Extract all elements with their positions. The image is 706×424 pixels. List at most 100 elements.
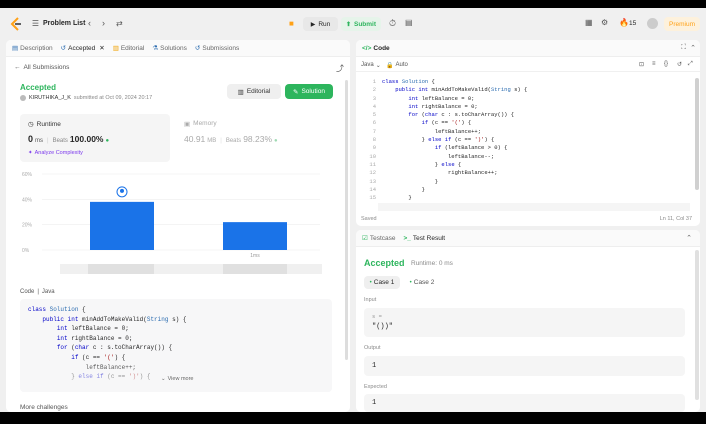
premium-button[interactable]: Premium (664, 17, 700, 31)
memory-card[interactable]: ▣ Memory 40.91 MB | Beats 98.23% ● (178, 114, 328, 162)
editorial-icon: ▥ (112, 45, 119, 52)
chart-y-tick: 20% (22, 223, 33, 229)
editor-code-line: if (c == '(') { (421, 119, 472, 127)
description-icon: ▤ (12, 45, 19, 52)
editor-code-line: } (382, 177, 439, 185)
collapse-icon[interactable]: ⌃ (686, 234, 692, 242)
active-line-highlight (378, 203, 690, 211)
next-problem-icon[interactable]: › (102, 18, 105, 28)
debug-icon[interactable]: ■ (289, 19, 294, 28)
logo-icon[interactable] (10, 17, 22, 31)
tab-solutions[interactable]: ⚗ Solutions (152, 44, 187, 53)
memory-title-row: ▣ Memory (184, 120, 217, 128)
result-scrollbar[interactable] (695, 250, 699, 400)
runtime-chart: 60% 40% 20% 0% 1ms (20, 166, 330, 274)
test-tab-bar: ☑ Testcase >_ Test Result ⌃ (356, 230, 700, 247)
case-2-tab[interactable]: • Case 2 (404, 276, 440, 289)
saved-status: Saved (361, 216, 377, 222)
runtime-value-row: 0 ms | Beats 100.00% ● (28, 134, 110, 144)
runtime-value: 0 (28, 134, 34, 144)
editor-code-line: int leftBalance = 0; (408, 94, 475, 102)
editor-code-line: for (char c : s.toCharArray()) { (408, 111, 515, 119)
chevron-down-icon: ⌄ (161, 376, 166, 382)
upload-icon: ⬆ (345, 21, 351, 28)
input-var: s = (372, 313, 382, 320)
view-more-button[interactable]: ⌄ View more (161, 376, 194, 382)
code-icon: </> (362, 44, 372, 52)
tab-editorial[interactable]: ▥ Editorial (112, 44, 145, 53)
chevron-down-icon: ⌄ (375, 63, 381, 69)
streak-fire-icon[interactable]: 🔥 (619, 18, 629, 27)
output-value: 1 (372, 362, 377, 370)
tab-code[interactable]: </> Code (362, 45, 390, 52)
line-numbers: 1 2 3 4 5 6 7 8 9 10 11 12 13 14 15 (369, 78, 376, 202)
editorial-button[interactable]: ▥ Editorial (227, 84, 281, 99)
user-avatar-marker-head (120, 188, 124, 193)
submitted-code-block[interactable]: class Solution { public int minAddToMake… (20, 299, 332, 392)
dot-icon: • (369, 279, 372, 286)
bookmark-icon[interactable]: ⊡ (639, 61, 644, 68)
submitter-row: KIRUTHIKA_J_K submitted at Oct 09, 2024 … (20, 95, 152, 101)
tab-description[interactable]: ▤ Description (12, 44, 53, 53)
share-icon[interactable]: ⤴ (336, 63, 344, 74)
run-button[interactable]: ▶ Run (303, 17, 338, 31)
fullscreen-icon[interactable]: ⤢ (688, 61, 693, 68)
editor-code-line: } (382, 194, 412, 202)
submitter-name[interactable]: KIRUTHIKA_J_K (29, 95, 71, 101)
list-icon[interactable]: ☰ (31, 19, 40, 28)
test-result-panel: ☑ Testcase >_ Test Result ⌃ Accepted Runti… (356, 230, 700, 412)
input-label: Input (364, 297, 377, 303)
tab-submissions[interactable]: ↺ Submissions (194, 44, 239, 53)
memory-beats: 98.23% (243, 134, 273, 144)
timer-icon[interactable]: ⏱ (389, 18, 396, 29)
editor-code-line: } (382, 185, 425, 193)
editor-code[interactable]: class Solution { public int minAddToMake… (382, 78, 527, 202)
memory-value-row: 40.91 MB | Beats 98.23% ● (184, 134, 278, 144)
chart-scroll-window (223, 264, 287, 274)
case-1-tab[interactable]: • Case 1 (364, 276, 400, 289)
submit-button[interactable]: ⬆ Submit (341, 17, 381, 31)
chart-svg: 60% 40% 20% 0% 1ms (22, 172, 322, 274)
language-select[interactable]: Java ⌄ (361, 62, 381, 69)
editor-code-line: leftBalance--; (382, 152, 495, 160)
memory-badge-icon: ● (274, 138, 278, 144)
edit-icon: ✎ (293, 88, 299, 96)
avatar[interactable] (647, 18, 658, 29)
braces-icon[interactable]: {} (664, 61, 668, 67)
history-icon: ↺ (194, 45, 201, 52)
shuffle-icon[interactable]: ⇄ (116, 19, 123, 28)
close-tab-icon[interactable]: ✕ (99, 44, 104, 52)
code-line: class Solution { (28, 306, 86, 313)
back-to-submissions[interactable]: ← All Submissions (14, 64, 69, 71)
settings-icon[interactable]: ⚙ (601, 18, 608, 27)
analyze-complexity-link[interactable]: ✦ Analyze Complexity (28, 150, 83, 156)
tab-testcase[interactable]: ☑ Testcase (362, 234, 395, 243)
left-scrollbar[interactable] (345, 80, 348, 360)
runtime-card[interactable]: ◷ Runtime 0 ms | Beats 100.00% ● ✦ Analyze… (20, 114, 170, 162)
auto-toggle[interactable]: 🔒 Auto (386, 62, 408, 69)
layout-icon[interactable]: ▦ (585, 18, 593, 27)
input-value: "())" (372, 323, 394, 331)
prev-problem-icon[interactable]: ‹ (88, 18, 91, 28)
code-section-header: Code | Java (20, 289, 55, 295)
tab-test-result[interactable]: >_ Test Result (403, 235, 445, 242)
flask-icon: ⚗ (152, 45, 159, 52)
solution-button[interactable]: ✎ Solution (285, 84, 333, 99)
test-runtime: Runtime: 0 ms (411, 260, 453, 267)
reset-icon[interactable]: ↺ (677, 61, 682, 68)
format-icon[interactable]: ≡ (652, 61, 656, 67)
app-frame: ☰ Problem List ‹ › ⇄ ■ ▶ Run ⬆ Submit ⏱ ▤ … (0, 8, 706, 412)
maximize-icon[interactable]: ⛶ (681, 44, 686, 52)
editor-toolbar: Java ⌄ 🔒 Auto ⊡ ≡ {} ↺ ⤢ (356, 58, 700, 72)
tab-accepted[interactable]: ↺ Accepted ✕ (61, 44, 105, 53)
play-icon: ▶ (310, 21, 316, 28)
expand-icon[interactable]: ⌃ (690, 44, 696, 52)
editor-scrollbar[interactable] (695, 78, 699, 190)
editor-code-line: int rightBalance = 0; (408, 102, 478, 110)
back-arrow-icon: ← (14, 64, 21, 71)
runtime-unit: ms (35, 138, 44, 144)
notes-icon[interactable]: ▤ (405, 18, 413, 27)
chip-icon: ▣ (184, 121, 191, 128)
problem-list-link[interactable]: Problem List (43, 20, 85, 27)
editor-code-line: } else if (c == ')') { (382, 136, 495, 144)
